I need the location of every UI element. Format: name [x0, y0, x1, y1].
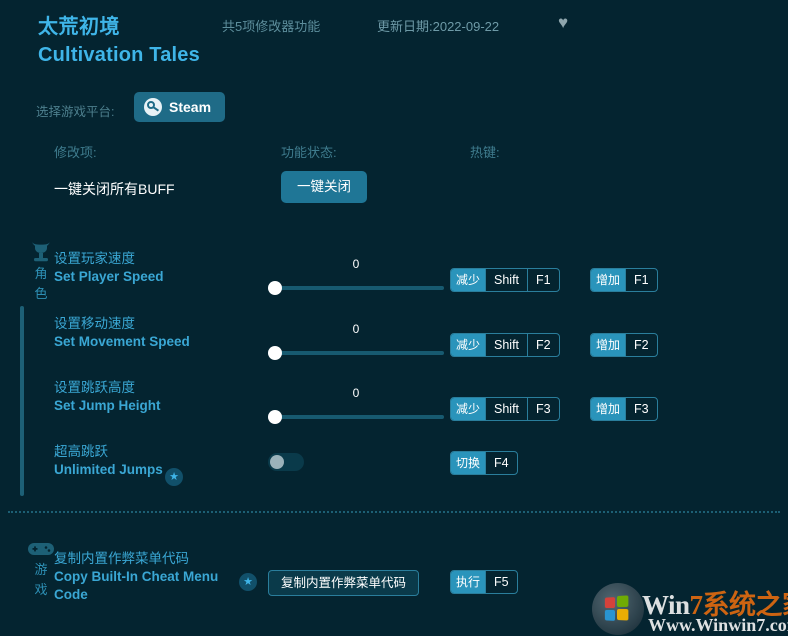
mod-name-en: Set Movement Speed	[54, 334, 190, 349]
mod-row-names: 设置跳跃高度 Set Jump Height	[54, 379, 224, 415]
mod-slider-thumb[interactable]	[268, 410, 282, 424]
mod-name-cn: 设置移动速度	[54, 316, 135, 331]
mod-toggle-knob	[270, 455, 284, 469]
mod-slider-value: 0	[352, 322, 360, 336]
mod-name-en: Copy Built-In Cheat Menu Code	[54, 569, 219, 602]
section-divider	[8, 511, 780, 515]
mod-slider-thumb[interactable]	[268, 346, 282, 360]
hotkey-key: F2	[625, 334, 657, 356]
flag-quadrant	[604, 597, 616, 609]
copy-cheat-code-button[interactable]: 复制内置作弊菜单代码	[268, 570, 420, 596]
hotkey-action-label: 减少	[451, 398, 486, 420]
mod-slider-track[interactable]	[268, 415, 444, 419]
steam-icon	[144, 98, 162, 116]
hotkey-action-label: 执行	[451, 571, 486, 593]
hotkey-increase[interactable]: 增加 F1	[590, 268, 658, 292]
global-disable-row: 一键关闭所有BUFF 一键关闭	[0, 170, 788, 216]
flag-quadrant	[617, 609, 629, 621]
mod-name-cn: 设置跳跃高度	[54, 380, 135, 395]
premium-star-icon: ★	[239, 573, 257, 591]
hotkey-key: Shift	[485, 269, 527, 291]
platform-steam-button[interactable]: Steam	[134, 92, 226, 122]
column-header-hotkey: 热键:	[470, 145, 500, 160]
hotkey-decrease[interactable]: 减少 Shift F1	[450, 268, 560, 292]
update-date-label: 更新日期:2022-09-22	[377, 19, 500, 34]
column-header-state: 功能状态:	[281, 145, 337, 160]
hotkey-action-label: 切换	[451, 452, 486, 474]
hotkey-action-label: 增加	[591, 269, 626, 291]
hotkey-action-label: 减少	[451, 269, 486, 291]
mod-slider-track[interactable]	[268, 286, 444, 290]
mod-row-names: 设置玩家速度 Set Player Speed	[54, 250, 224, 286]
mod-slider-value: 0	[352, 257, 360, 271]
mod-row-names: 设置移动速度 Set Movement Speed	[54, 315, 224, 351]
page-title-en: Cultivation Tales	[38, 44, 200, 66]
mod-name-cn: 设置玩家速度	[54, 251, 135, 266]
mod-name-en: Unlimited Jumps	[54, 462, 163, 477]
mod-slider-value: 0	[352, 386, 360, 400]
platform-label: 选择游戏平台:	[36, 105, 115, 119]
windows-logo-icon	[592, 583, 644, 635]
heart-icon[interactable]: ♥	[558, 14, 576, 32]
hotkey-toggle[interactable]: 切换 F4	[450, 451, 518, 475]
hotkey-key: F3	[625, 398, 657, 420]
flag-quadrant	[604, 609, 616, 621]
hotkey-action-label: 增加	[591, 398, 626, 420]
hotkey-key: Shift	[485, 398, 527, 420]
mod-slider-thumb[interactable]	[268, 281, 282, 295]
hotkey-key: F5	[485, 571, 517, 593]
mod-row-names: 复制内置作弊菜单代码 Copy Built-In Cheat Menu Code	[54, 550, 224, 604]
mod-name-en: Set Player Speed	[54, 269, 164, 284]
hotkey-key: F3	[527, 398, 559, 420]
watermark-url: Www.Winwin7.com	[648, 615, 788, 635]
mod-name-cn: 超高跳跃	[54, 444, 108, 459]
platform-selector: 选择游戏平台: Steam	[0, 92, 788, 126]
hotkey-action-label: 减少	[451, 334, 486, 356]
site-watermark: Win7系统之家 Www.Winwin7.com	[592, 583, 788, 636]
column-header-mod: 修改项:	[54, 145, 97, 160]
mod-slider-track[interactable]	[268, 351, 444, 355]
mod-row: 设置移动速度 Set Movement Speed 0 减少 Shift F2 …	[0, 315, 788, 379]
app-header: 太荒初境 Cultivation Tales 共5项修改器功能 更新日期:202…	[0, 0, 788, 86]
windows-flag-icon	[604, 595, 631, 623]
global-disable-button[interactable]: 一键关闭	[281, 171, 367, 203]
hotkey-execute[interactable]: 执行 F5	[450, 570, 518, 594]
flag-quadrant	[617, 595, 629, 607]
feature-count-label: 共5项修改器功能	[222, 19, 321, 34]
hotkey-key: F1	[527, 269, 559, 291]
mod-row-names: 超高跳跃 Unlimited Jumps	[54, 443, 224, 479]
mod-name-en: Set Jump Height	[54, 398, 161, 413]
hotkey-key: Shift	[485, 334, 527, 356]
mod-toggle[interactable]	[268, 453, 304, 471]
global-disable-label: 一键关闭所有BUFF	[54, 181, 175, 197]
hotkey-decrease[interactable]: 减少 Shift F2	[450, 333, 560, 357]
hotkey-key: F1	[625, 269, 657, 291]
mod-row: 设置玩家速度 Set Player Speed 0 减少 Shift F1 增加…	[0, 250, 788, 314]
hotkey-increase[interactable]: 增加 F2	[590, 333, 658, 357]
hotkey-increase[interactable]: 增加 F3	[590, 397, 658, 421]
premium-star-icon: ★	[165, 468, 183, 486]
column-headers: 修改项: 功能状态: 热键:	[0, 142, 788, 162]
mod-row: 设置跳跃高度 Set Jump Height 0 减少 Shift F3 增加 …	[0, 379, 788, 443]
mod-row: 超高跳跃 Unlimited Jumps ★ 切换 F4	[0, 443, 788, 507]
hotkey-key: F4	[485, 452, 517, 474]
mod-name-cn: 复制内置作弊菜单代码	[54, 551, 189, 566]
hotkey-decrease[interactable]: 减少 Shift F3	[450, 397, 560, 421]
hotkey-action-label: 增加	[591, 334, 626, 356]
platform-steam-label: Steam	[169, 99, 212, 115]
page-title-cn: 太荒初境	[38, 16, 120, 38]
hotkey-key: F2	[527, 334, 559, 356]
